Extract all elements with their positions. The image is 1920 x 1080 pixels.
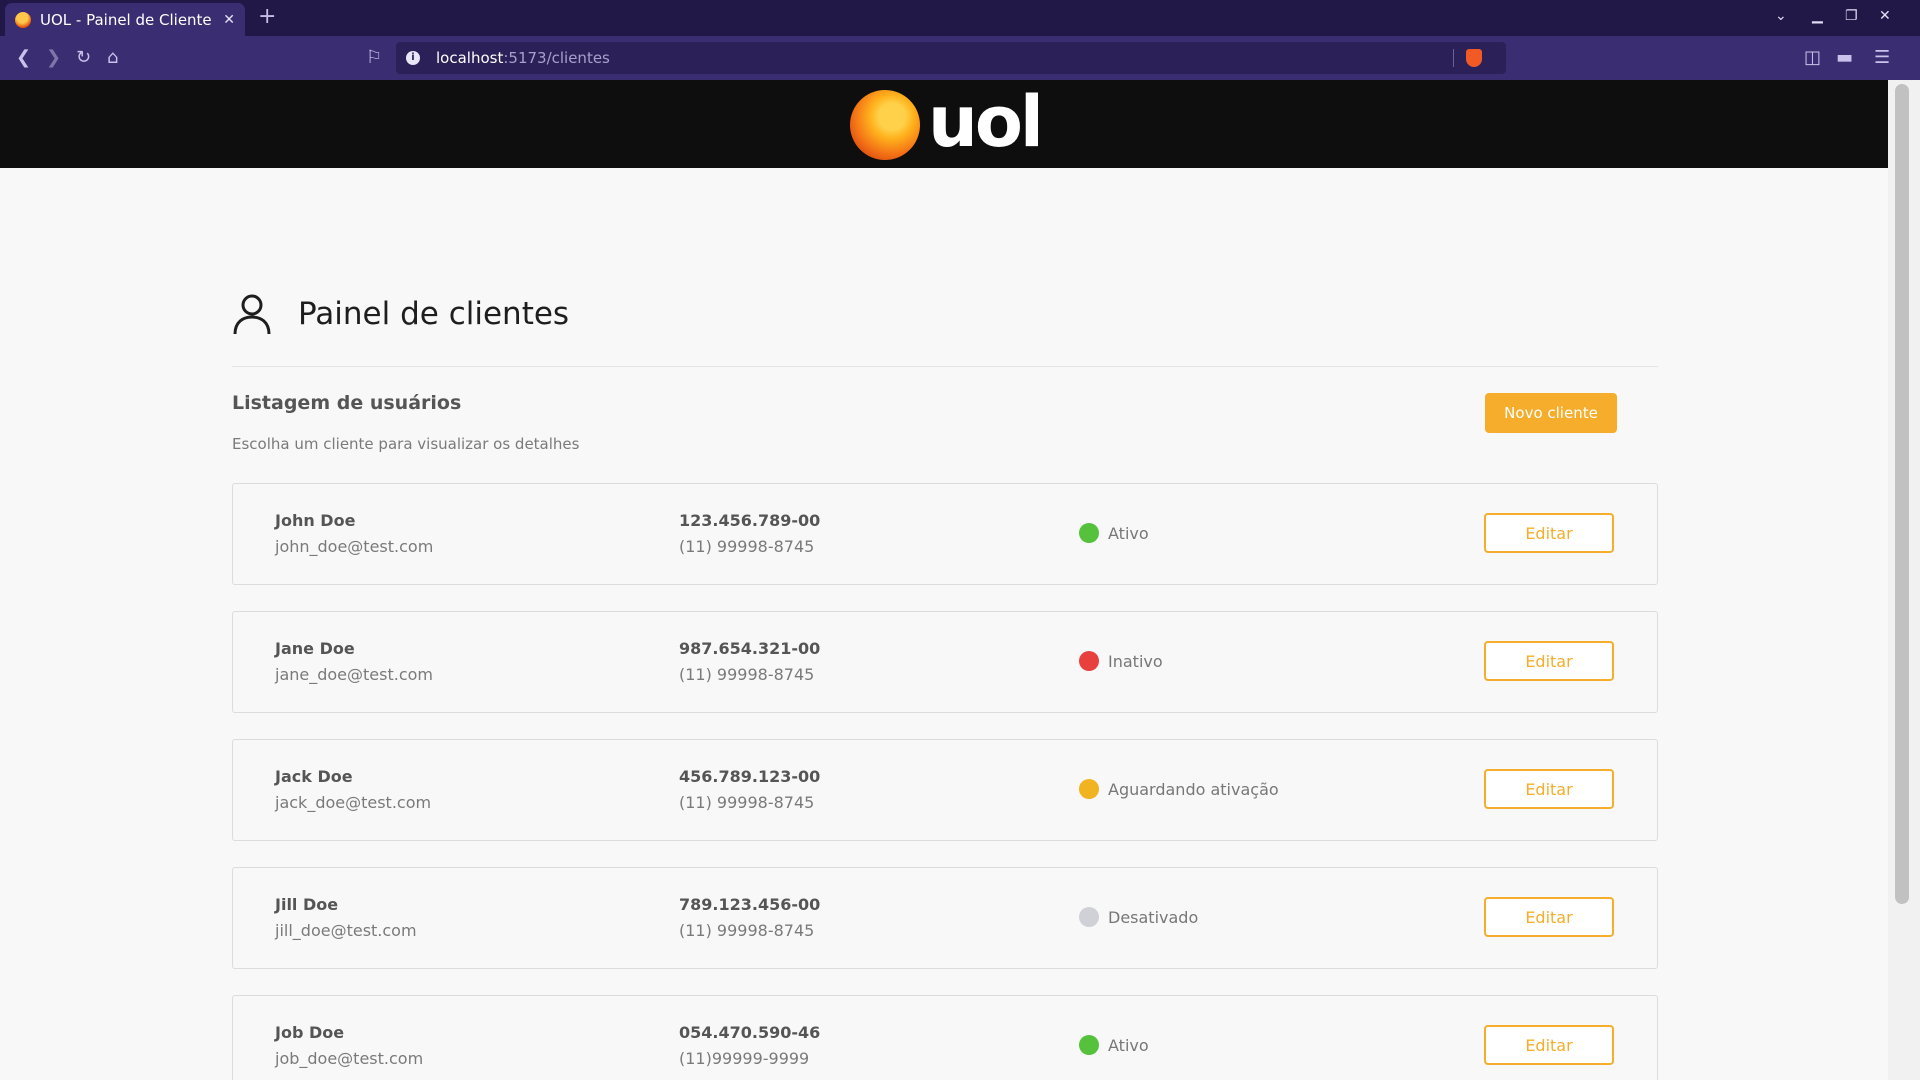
page-title: Painel de clientes: [298, 296, 570, 332]
brave-shield-icon[interactable]: [1466, 49, 1482, 67]
status-dot-icon: [1079, 651, 1099, 671]
edit-client-button[interactable]: Editar: [1484, 641, 1614, 681]
list-title: Listagem de usuários: [232, 392, 462, 414]
edit-client-button[interactable]: Editar: [1484, 769, 1614, 809]
client-name: Jill Doe: [275, 895, 339, 914]
menu-icon[interactable]: ☰: [1874, 46, 1890, 70]
status-label: Ativo: [1108, 1035, 1149, 1055]
browser-tabbar: UOL - Painel de Cliente ✕ + ⌄ ▁ ❐ ✕: [0, 0, 1920, 36]
edit-client-button[interactable]: Editar: [1484, 1025, 1614, 1065]
home-icon[interactable]: ⌂: [107, 46, 118, 70]
status-label: Inativo: [1108, 651, 1163, 671]
client-status: Ativo: [1079, 522, 1149, 544]
client-email: jane_doe@test.com: [275, 665, 434, 684]
status-dot-icon: [1079, 779, 1099, 799]
tab-list-chevron-icon[interactable]: ⌄: [1775, 6, 1787, 26]
client-row: Job Doe job_doe@test.com 054.470.590-46 …: [232, 995, 1658, 1080]
client-status: Inativo: [1079, 650, 1163, 672]
scrollbar-thumb[interactable]: [1895, 84, 1909, 904]
address-divider: [1453, 49, 1454, 67]
url-text[interactable]: localhost:5173/clientes: [436, 48, 610, 68]
header-divider: [232, 366, 1658, 367]
close-tab-icon[interactable]: ✕: [223, 12, 235, 28]
forward-icon[interactable]: ❯: [46, 46, 61, 70]
url-path: :5173/clientes: [503, 49, 610, 67]
page-viewport: uol Painel de clientes Listagem de usuár…: [0, 80, 1888, 1080]
status-dot-icon: [1079, 1035, 1099, 1055]
url-host: localhost: [436, 49, 504, 67]
client-email: jill_doe@test.com: [275, 921, 417, 940]
restore-icon[interactable]: ❐: [1845, 6, 1858, 26]
status-dot-icon: [1079, 907, 1099, 927]
address-bar[interactable]: i localhost:5173/clientes: [396, 42, 1506, 74]
user-icon: [233, 294, 271, 335]
client-phone: (11) 99998-8745: [679, 537, 815, 556]
client-status: Ativo: [1079, 1034, 1149, 1056]
uol-logo-sphere-icon: [850, 90, 920, 160]
client-cpf: 054.470.590-46: [679, 1023, 821, 1042]
client-email: jack_doe@test.com: [275, 793, 432, 812]
client-phone: (11) 99998-8745: [679, 665, 815, 684]
client-row: Jane Doe jane_doe@test.com 987.654.321-0…: [232, 611, 1658, 713]
client-name: John Doe: [275, 511, 356, 530]
uol-logo[interactable]: uol: [850, 82, 1044, 164]
client-name: Jack Doe: [275, 767, 353, 786]
minimize-icon[interactable]: ▁: [1812, 6, 1823, 26]
client-row: Jill Doe jill_doe@test.com 789.123.456-0…: [232, 867, 1658, 969]
client-email: job_doe@test.com: [275, 1049, 424, 1068]
wallet-icon[interactable]: ▬: [1836, 46, 1853, 70]
site-info-icon[interactable]: i: [406, 51, 420, 65]
client-status: Desativado: [1079, 906, 1198, 928]
client-cpf: 987.654.321-00: [679, 639, 821, 658]
edit-client-button[interactable]: Editar: [1484, 513, 1614, 553]
client-phone: (11)99999-9999: [679, 1049, 810, 1068]
new-tab-icon[interactable]: +: [258, 4, 276, 30]
uol-favicon-icon: [15, 11, 31, 28]
sidebar-toggle-icon[interactable]: ◫: [1804, 46, 1821, 70]
close-window-icon[interactable]: ✕: [1879, 6, 1891, 26]
client-row: John Doe john_doe@test.com 123.456.789-0…: [232, 483, 1658, 585]
client-cpf: 789.123.456-00: [679, 895, 821, 914]
site-header: uol: [0, 80, 1888, 168]
client-phone: (11) 99998-8745: [679, 921, 815, 940]
new-client-button[interactable]: Novo cliente: [1485, 393, 1617, 433]
status-label: Aguardando ativação: [1108, 779, 1279, 799]
client-cpf: 123.456.789-00: [679, 511, 821, 530]
browser-toolbar: ❮ ❯ ↻ ⌂ ⚐ i localhost:5173/clientes ◫ ▬ …: [0, 36, 1920, 80]
client-phone: (11) 99998-8745: [679, 793, 815, 812]
tab-title: UOL - Painel de Cliente: [40, 10, 212, 29]
browser-tab[interactable]: UOL - Painel de Cliente ✕: [5, 3, 245, 36]
client-row: Jack Doe jack_doe@test.com 456.789.123-0…: [232, 739, 1658, 841]
client-status: Aguardando ativação: [1079, 778, 1279, 800]
bookmark-icon[interactable]: ⚐: [366, 46, 382, 70]
client-email: john_doe@test.com: [275, 537, 434, 556]
status-label: Ativo: [1108, 523, 1149, 543]
reload-icon[interactable]: ↻: [76, 46, 91, 70]
list-subtitle: Escolha um cliente para visualizar os de…: [232, 435, 580, 453]
back-icon[interactable]: ❮: [16, 46, 31, 70]
client-name: Job Doe: [275, 1023, 345, 1042]
edit-client-button[interactable]: Editar: [1484, 897, 1614, 937]
logo-text: uol: [928, 81, 1044, 163]
status-dot-icon: [1079, 523, 1099, 543]
client-name: Jane Doe: [275, 639, 355, 658]
status-label: Desativado: [1108, 907, 1199, 927]
client-cpf: 456.789.123-00: [679, 767, 821, 786]
